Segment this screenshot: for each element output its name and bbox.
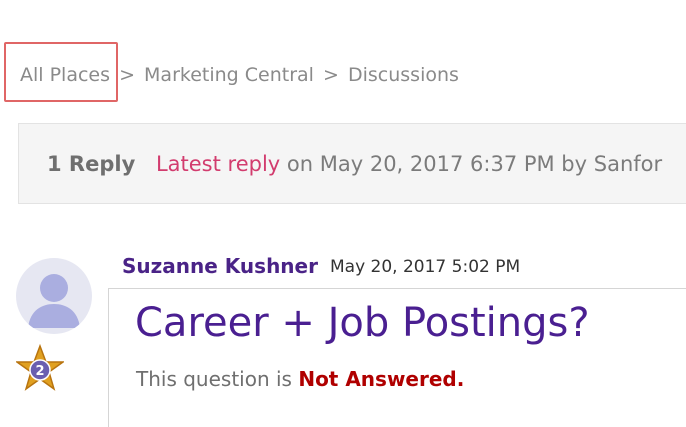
- user-avatar-icon[interactable]: [16, 258, 92, 334]
- breadcrumb-separator: >: [323, 64, 339, 86]
- avatar-silhouette: [28, 274, 80, 328]
- reply-summary-bar: 1 Reply Latest reply on May 20, 2017 6:3…: [18, 123, 686, 204]
- post-title[interactable]: Career + Job Postings?: [135, 300, 590, 346]
- breadcrumb-separator: >: [119, 64, 135, 86]
- highlight-annotation-box: [4, 42, 118, 102]
- question-status: This question is Not Answered.: [136, 367, 464, 391]
- latest-reply-details: on May 20, 2017 6:37 PM by Sanfor: [286, 152, 663, 176]
- post-date: May 20, 2017 5:02 PM: [330, 257, 521, 277]
- latest-reply-link[interactable]: Latest reply: [156, 152, 280, 176]
- post-author-link[interactable]: Suzanne Kushner: [122, 254, 318, 278]
- reply-count: 1 Reply: [47, 152, 136, 176]
- reply-summary-text: 1 Reply Latest reply on May 20, 2017 6:3…: [47, 152, 662, 176]
- badge-level: 2: [35, 364, 44, 379]
- discussion-page: All Places > Marketing Central > Discuss…: [0, 0, 686, 427]
- status-value: Not Answered.: [298, 367, 465, 391]
- star-badge-icon: 2: [14, 343, 66, 392]
- breadcrumb-discussions[interactable]: Discussions: [348, 64, 459, 86]
- breadcrumb-marketing-central[interactable]: Marketing Central: [144, 64, 314, 86]
- status-prefix: This question is: [136, 367, 292, 391]
